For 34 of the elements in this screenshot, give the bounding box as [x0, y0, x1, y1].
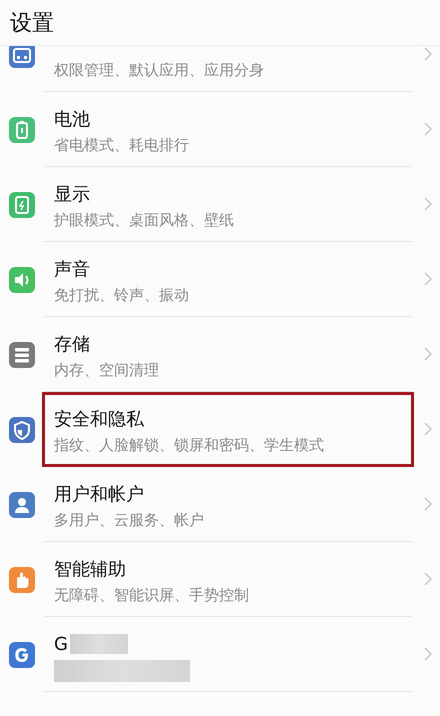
item-subtitle: 内存、空间清理	[54, 360, 160, 380]
item-subtitle: 省电模式、耗电排行	[54, 135, 190, 155]
users-icon	[9, 492, 35, 518]
item-subtitle: 指纹、人脸解锁、锁屏和密码、学生模式	[54, 435, 325, 455]
chevron-icon	[424, 347, 432, 361]
storage-icon	[9, 342, 35, 368]
accessibility-icon	[9, 566, 35, 592]
security-icon	[9, 416, 35, 442]
item-title: 智能辅助	[54, 558, 126, 581]
item-title: 存储	[54, 333, 90, 356]
item-title: 声音	[54, 258, 90, 281]
chevron-icon	[424, 47, 432, 61]
chevron-icon	[424, 122, 432, 136]
item-subtitle: 免打扰、铃声、振动	[54, 285, 190, 305]
item-subtitle: 多用户、云服务、帐户	[54, 510, 205, 530]
item-title: 显示	[54, 183, 90, 206]
item-subtitle: 无障碍、智能识屏、手势控制	[54, 585, 250, 605]
item-title: 用户和帐户	[54, 483, 144, 506]
chevron-icon	[424, 272, 432, 286]
battery-icon	[9, 116, 35, 142]
item-title: 电池	[54, 108, 90, 131]
item-title: 安全和隐私	[54, 408, 144, 431]
page-title: 设置	[10, 10, 54, 38]
item-subtitle: 护眼模式、桌面风格、壁纸	[54, 210, 235, 230]
chevron-icon	[424, 572, 432, 586]
chevron-icon	[424, 497, 432, 511]
google-icon	[9, 642, 35, 668]
chevron-icon	[424, 197, 432, 211]
chevron-icon	[424, 647, 432, 661]
sound-icon	[9, 266, 35, 292]
item-subtitle: 权限管理、默认应用、应用分身	[54, 60, 265, 80]
item-title: G	[54, 634, 68, 654]
display-icon	[9, 192, 35, 218]
chevron-icon	[424, 422, 432, 436]
